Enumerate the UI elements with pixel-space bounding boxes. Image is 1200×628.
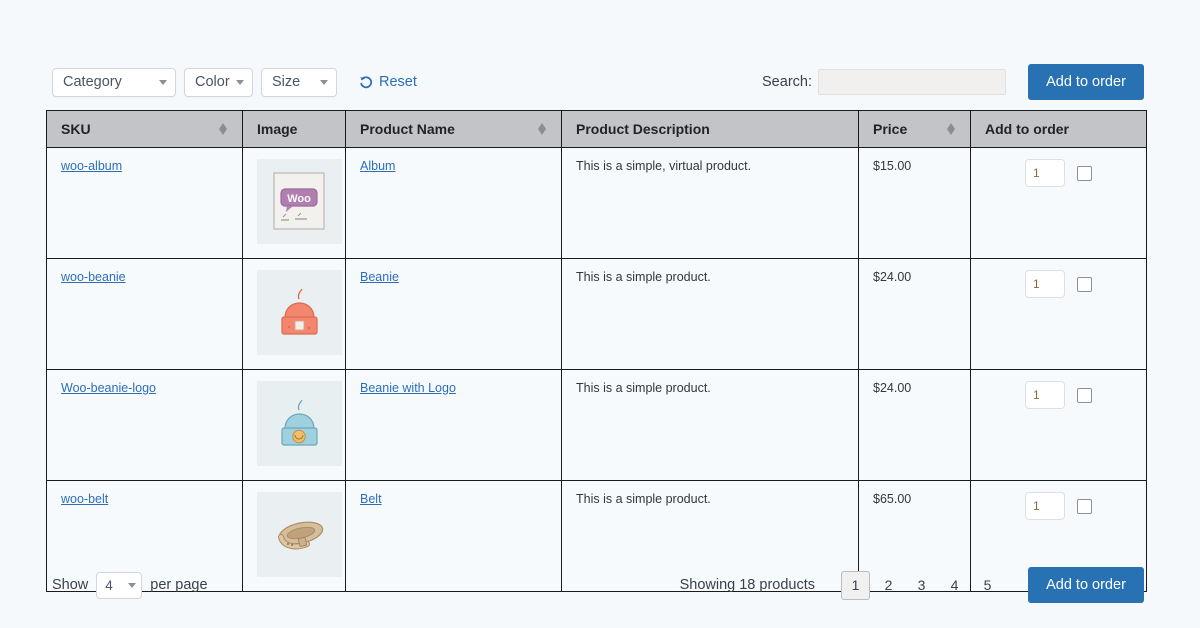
- cell-product-name: Beanie with Logo: [346, 370, 562, 481]
- column-header-sku[interactable]: SKU: [47, 111, 243, 148]
- cell-sku: woo-album: [47, 148, 243, 259]
- product-name-link[interactable]: Beanie with Logo: [360, 381, 456, 395]
- color-filter-label: Color: [195, 74, 230, 90]
- column-header-product-name[interactable]: Product Name: [346, 111, 562, 148]
- beanie-with-logo-icon: [257, 381, 342, 466]
- page-button-2[interactable]: 2: [874, 571, 903, 600]
- cell-add-to-order: [971, 370, 1147, 481]
- select-row-checkbox[interactable]: [1077, 388, 1092, 403]
- table-row: Woo-beanie-logo: [47, 370, 1147, 481]
- column-label-price: Price: [873, 121, 907, 137]
- table-row: woo-beanie: [47, 259, 1147, 370]
- column-label-product-description: Product Description: [576, 121, 710, 137]
- search-label: Search:: [762, 74, 812, 90]
- cell-product-name: Beanie: [346, 259, 562, 370]
- column-label-sku: SKU: [61, 121, 91, 137]
- pagination-area: Showing 18 products 1 2 3 4 5 Add to ord…: [680, 567, 1144, 603]
- select-row-checkbox[interactable]: [1077, 277, 1092, 292]
- beanie-icon: [257, 270, 342, 355]
- cell-description: This is a simple product.: [562, 259, 859, 370]
- cell-description: This is a simple, virtual product.: [562, 148, 859, 259]
- select-row-checkbox[interactable]: [1077, 166, 1092, 181]
- chevron-down-icon: [320, 80, 328, 85]
- undo-arrow-icon: [359, 75, 374, 90]
- sort-icon: [537, 121, 547, 137]
- products-table-container: SKU Image Product Name: [46, 110, 1146, 592]
- table-header-row: SKU Image Product Name: [47, 111, 1147, 148]
- svg-text:Woo: Woo: [287, 193, 311, 205]
- album-woo-thumbnail: Woo: [257, 159, 342, 244]
- quantity-input[interactable]: [1025, 270, 1065, 298]
- reset-filters-button[interactable]: Reset: [359, 74, 417, 90]
- chevron-down-icon: [159, 80, 167, 85]
- sku-link[interactable]: woo-album: [61, 159, 122, 173]
- cell-image: [243, 259, 346, 370]
- column-header-image: Image: [243, 111, 346, 148]
- quantity-input[interactable]: [1025, 159, 1065, 187]
- color-filter-select[interactable]: Color: [184, 68, 253, 97]
- column-header-add-to-order: Add to order: [971, 111, 1147, 148]
- show-label: Show: [52, 577, 88, 593]
- cell-price: $24.00: [859, 370, 971, 481]
- page-button-5[interactable]: 5: [973, 571, 1002, 600]
- beanie-blue-logo-thumbnail: [257, 381, 342, 466]
- cell-sku: Woo-beanie-logo: [47, 370, 243, 481]
- column-label-add-to-order: Add to order: [985, 121, 1069, 137]
- per-page-value: 4: [105, 578, 113, 593]
- quantity-input[interactable]: [1025, 381, 1065, 409]
- cell-price: $24.00: [859, 259, 971, 370]
- product-table-page: Category Color Size Reset Search:: [0, 0, 1200, 628]
- chevron-down-icon: [128, 583, 136, 588]
- cell-add-to-order: [971, 259, 1147, 370]
- album-cover-icon: Woo: [257, 159, 342, 244]
- add-to-order-button-bottom[interactable]: Add to order: [1028, 567, 1144, 603]
- pagination: 1 2 3 4 5: [841, 571, 1002, 600]
- chevron-down-icon: [236, 80, 244, 85]
- add-to-order-button-top[interactable]: Add to order: [1028, 64, 1144, 100]
- table-footer: Show 4 per page Showing 18 products 1 2 …: [52, 565, 1144, 605]
- sku-link[interactable]: Woo-beanie-logo: [61, 381, 156, 395]
- filter-group: Category Color Size Reset: [52, 68, 417, 97]
- page-button-3[interactable]: 3: [907, 571, 936, 600]
- sku-link[interactable]: woo-beanie: [61, 270, 126, 284]
- product-name-link[interactable]: Beanie: [360, 270, 399, 284]
- cell-image: [243, 370, 346, 481]
- reset-label: Reset: [379, 74, 417, 90]
- page-button-1[interactable]: 1: [841, 571, 870, 600]
- showing-products-text: Showing 18 products: [680, 577, 815, 593]
- per-page-group: Show 4 per page: [52, 572, 208, 599]
- quantity-input[interactable]: [1025, 492, 1065, 520]
- cell-product-name: Album: [346, 148, 562, 259]
- per-page-select[interactable]: 4: [96, 572, 142, 599]
- search-area: Search:: [762, 69, 1006, 95]
- column-header-price[interactable]: Price: [859, 111, 971, 148]
- product-name-link[interactable]: Album: [360, 159, 395, 173]
- cell-image: Woo: [243, 148, 346, 259]
- product-name-link[interactable]: Belt: [360, 492, 382, 506]
- column-header-product-description: Product Description: [562, 111, 859, 148]
- beanie-orange-thumbnail: [257, 270, 342, 355]
- column-label-image: Image: [257, 121, 297, 137]
- cell-sku: woo-beanie: [47, 259, 243, 370]
- table-row: woo-album Woo: [47, 148, 1147, 259]
- category-filter-select[interactable]: Category: [52, 68, 176, 97]
- cell-price: $15.00: [859, 148, 971, 259]
- per-page-label: per page: [150, 577, 207, 593]
- page-button-4[interactable]: 4: [940, 571, 969, 600]
- toolbar: Category Color Size Reset Search:: [52, 62, 1144, 102]
- cell-description: This is a simple product.: [562, 370, 859, 481]
- category-filter-label: Category: [63, 74, 122, 90]
- sort-icon: [218, 121, 228, 137]
- products-table: SKU Image Product Name: [46, 110, 1147, 592]
- select-row-checkbox[interactable]: [1077, 499, 1092, 514]
- table-header: SKU Image Product Name: [47, 111, 1147, 148]
- size-filter-label: Size: [272, 74, 300, 90]
- table-body: woo-album Woo: [47, 148, 1147, 592]
- column-label-product-name: Product Name: [360, 121, 455, 137]
- sort-icon: [946, 121, 956, 137]
- cell-add-to-order: [971, 148, 1147, 259]
- search-input[interactable]: [818, 69, 1006, 95]
- sku-link[interactable]: woo-belt: [61, 492, 108, 506]
- size-filter-select[interactable]: Size: [261, 68, 337, 97]
